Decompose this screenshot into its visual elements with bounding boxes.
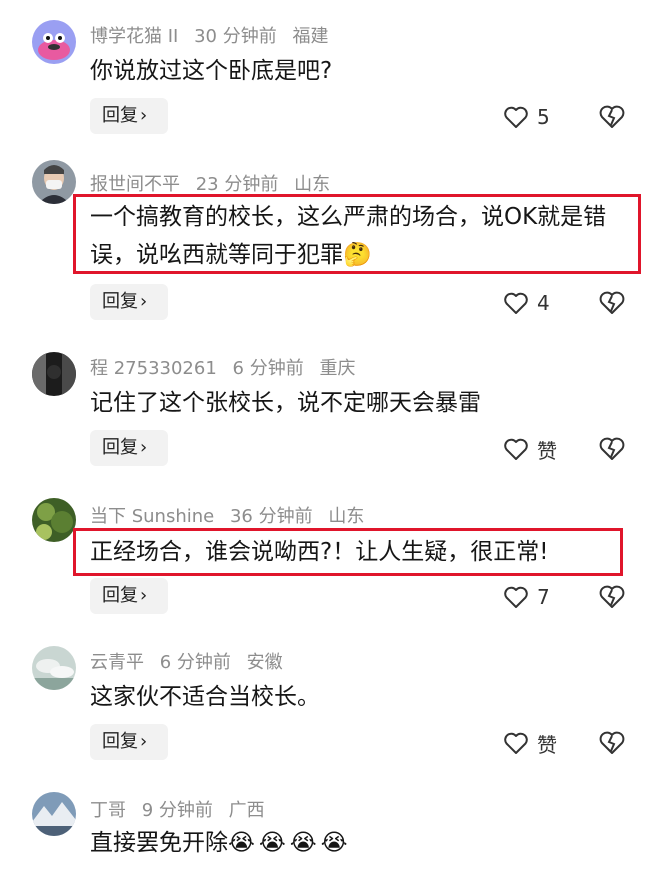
heart-outline-icon	[504, 732, 528, 754]
broken-heart-icon	[599, 437, 625, 460]
username[interactable]: 报世间不平	[90, 174, 180, 195]
comment-meta: 报世间不平 23 分钟前 山东	[90, 170, 340, 196]
dislike-button[interactable]	[598, 290, 626, 318]
dislike-button[interactable]	[598, 436, 626, 464]
heart-outline-icon	[504, 438, 528, 460]
chevron-right-icon: ›	[140, 105, 148, 126]
reply-button[interactable]: 回复 ›	[90, 98, 168, 134]
timestamp: 23 分钟前	[195, 174, 279, 195]
like-button[interactable]: 5	[503, 102, 563, 132]
like-count: 7	[537, 585, 550, 609]
timestamp: 36 分钟前	[229, 506, 313, 527]
location: 山东	[328, 506, 365, 527]
comment-meta: 丁哥 9 分钟前 广西	[90, 796, 275, 822]
dislike-button[interactable]	[598, 104, 626, 132]
like-count: 4	[537, 291, 550, 315]
comment-meta: 博学花猫 II 30 分钟前 福建	[90, 22, 338, 48]
like-button[interactable]: 赞	[503, 434, 563, 464]
broken-heart-icon	[599, 105, 625, 128]
comment-text: 正经场合，谁会说呦西?！让人生疑，很正常!	[90, 539, 549, 565]
comment-meta: 当下 Sunshine 36 分钟前 山东	[90, 502, 374, 528]
comment-text: 这家伙不适合当校长。	[90, 684, 320, 710]
timestamp: 30 分钟前	[194, 26, 277, 47]
broken-heart-icon	[599, 731, 625, 754]
chevron-right-icon: ›	[140, 585, 148, 606]
timestamp: 9 分钟前	[141, 800, 213, 821]
comment-text: 你说放过这个卧底是吧?	[90, 58, 333, 84]
comment-meta: 程 275330261 6 分钟前 重庆	[90, 354, 365, 380]
avatar[interactable]	[32, 498, 76, 542]
heart-outline-icon	[504, 292, 528, 314]
broken-heart-icon	[599, 291, 625, 314]
chevron-right-icon: ›	[140, 291, 148, 312]
heart-outline-icon	[504, 106, 528, 128]
like-button[interactable]: 7	[503, 582, 563, 612]
avatar[interactable]	[32, 20, 76, 64]
comment-meta: 云青平 6 分钟前 安徽	[90, 648, 293, 674]
avatar[interactable]	[32, 352, 76, 396]
crying-emoji-icon: 😭😭😭😭	[228, 830, 352, 856]
username[interactable]: 丁哥	[90, 800, 126, 821]
username[interactable]: 博学花猫 II	[90, 26, 178, 47]
avatar[interactable]	[32, 646, 76, 690]
comment-text: 直接罢免开除😭😭😭😭	[90, 830, 352, 856]
username[interactable]: 当下 Sunshine	[90, 506, 214, 527]
broken-heart-icon	[599, 585, 625, 608]
location: 山东	[294, 174, 331, 195]
comment-text: 记住了这个张校长，说不定哪天会暴雷	[90, 390, 481, 416]
heart-outline-icon	[504, 586, 528, 608]
avatar[interactable]	[32, 160, 76, 204]
avatar[interactable]	[32, 792, 76, 836]
location: 广西	[228, 800, 265, 821]
username[interactable]: 云青平	[90, 652, 144, 673]
timestamp: 6 分钟前	[232, 358, 304, 379]
like-count: 赞	[537, 732, 557, 757]
dislike-button[interactable]	[598, 730, 626, 758]
reply-button[interactable]: 回复 ›	[90, 724, 168, 760]
like-count: 赞	[537, 438, 557, 463]
like-count: 5	[537, 105, 550, 129]
location: 安徽	[246, 652, 283, 673]
dislike-button[interactable]	[598, 584, 626, 612]
like-button[interactable]: 赞	[503, 728, 563, 758]
timestamp: 6 分钟前	[159, 652, 231, 673]
reply-button[interactable]: 回复 ›	[90, 578, 168, 614]
comment-text: 一个搞教育的校长，这么严肃的场合，说OK就是错误，说吆西就等同于犯罪🤔	[90, 204, 607, 268]
reply-button[interactable]: 回复 ›	[90, 430, 168, 466]
username[interactable]: 程 275330261	[90, 358, 217, 379]
reply-button[interactable]: 回复 ›	[90, 284, 168, 320]
chevron-right-icon: ›	[140, 731, 148, 752]
location: 福建	[292, 26, 329, 47]
chevron-right-icon: ›	[140, 437, 148, 458]
location: 重庆	[319, 358, 356, 379]
thinking-emoji-icon: 🤔	[343, 242, 372, 268]
like-button[interactable]: 4	[503, 288, 563, 318]
